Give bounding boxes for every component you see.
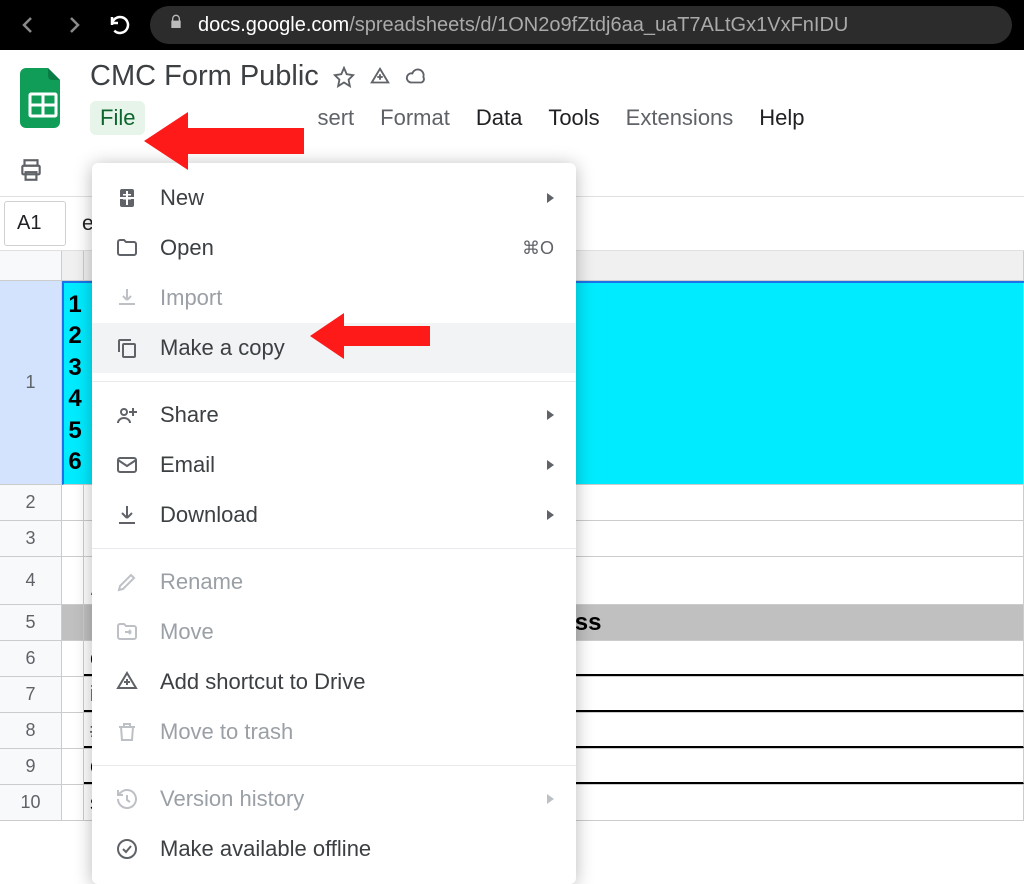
menu-data[interactable]: Data [466,101,532,135]
row-header-4[interactable]: 4 [0,557,62,605]
move-folder-icon [114,619,140,645]
url-bar[interactable]: docs.google.com/spreadsheets/d/1ON2o9fZt… [150,6,1012,44]
row-header-9[interactable]: 9 [0,749,62,785]
submenu-arrow-icon [547,193,554,203]
email-icon [114,452,140,478]
menu-add-shortcut[interactable]: Add shortcut to Drive [92,657,576,707]
menu-move: Move [92,607,576,657]
menu-offline[interactable]: Make available offline [92,824,576,874]
submenu-arrow-icon [547,794,554,804]
menu-rename: Rename [92,557,576,607]
download-icon [114,502,140,528]
browser-chrome: docs.google.com/spreadsheets/d/1ON2o9fZt… [0,0,1024,50]
shortcut-label: ⌘O [522,238,554,259]
menu-open[interactable]: Open ⌘O [92,223,576,273]
row-header-5[interactable]: 5 [0,605,62,641]
pencil-icon [114,569,140,595]
menu-trash: Move to trash [92,707,576,757]
url-host: docs.google.com [198,14,349,36]
cell-a1[interactable]: 1 2 3 4 5 6 [64,283,86,484]
drive-shortcut-icon [114,669,140,695]
menu-download[interactable]: Download [92,490,576,540]
print-icon[interactable] [18,157,44,188]
copy-icon [114,335,140,361]
offline-icon [114,836,140,862]
import-icon [114,285,140,311]
menu-insert-partial[interactable]: sert [307,101,364,135]
doc-title[interactable]: CMC Form Public [90,60,319,93]
forward-button[interactable] [58,9,90,41]
menu-email[interactable]: Email [92,440,576,490]
menu-version-history: Version history [92,774,576,824]
annotation-arrow-make-copy [310,310,430,362]
folder-icon [114,235,140,261]
file-menu-dropdown: New Open ⌘O Import Make a copy Share Ema… [92,163,576,884]
submenu-arrow-icon [547,410,554,420]
row-header-2[interactable]: 2 [0,485,62,521]
menu-tools[interactable]: Tools [538,101,609,135]
row-header-1[interactable]: 1 [0,281,62,485]
menu-new[interactable]: New [92,173,576,223]
row-header-10[interactable]: 10 [0,785,62,821]
lock-icon [168,13,184,37]
name-box[interactable]: A1 [4,201,66,246]
reload-button[interactable] [104,9,136,41]
row-headers: 1 2 3 4 5 6 7 8 9 10 [0,281,62,821]
star-icon[interactable] [333,66,355,88]
move-to-drive-icon[interactable] [369,66,391,88]
history-icon [114,786,140,812]
cloud-status-icon[interactable] [405,66,427,88]
menu-help[interactable]: Help [749,101,814,135]
share-icon [114,402,140,428]
col-header-a[interactable] [62,251,84,281]
row-header-6[interactable]: 6 [0,641,62,677]
menu-format[interactable]: Format [370,101,460,135]
row-header-3[interactable]: 3 [0,521,62,557]
row-header-8[interactable]: 8 [0,713,62,749]
row-header-7[interactable]: 7 [0,677,62,713]
menu-file[interactable]: File [90,101,145,135]
sheets-logo-icon[interactable] [14,61,72,135]
submenu-arrow-icon [547,460,554,470]
menu-extensions[interactable]: Extensions [616,101,744,135]
submenu-arrow-icon [547,510,554,520]
trash-icon [114,719,140,745]
select-all-corner[interactable] [0,251,62,281]
menu-share[interactable]: Share [92,390,576,440]
new-doc-icon [114,185,140,211]
annotation-arrow-file [144,108,304,174]
back-button[interactable] [12,9,44,41]
url-path: /spreadsheets/d/1ON2o9fZtdj6aa_uaT7ALtGx… [349,14,848,36]
